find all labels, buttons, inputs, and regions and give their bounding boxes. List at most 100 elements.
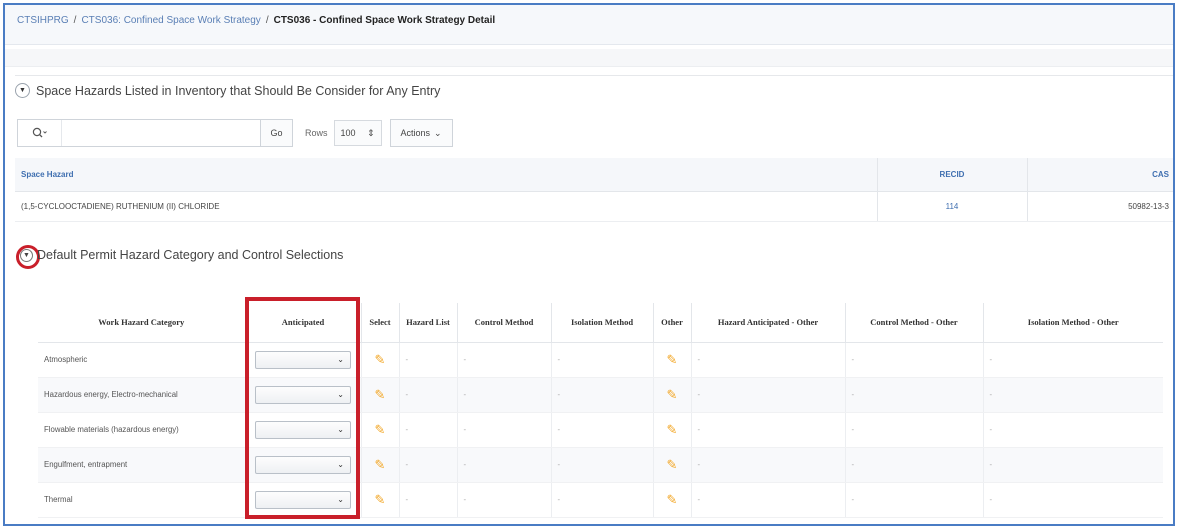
divider <box>19 524 1173 525</box>
cell-isolation-method: - <box>550 412 653 448</box>
pencil-icon[interactable]: ✎ <box>375 492 386 508</box>
pencil-icon[interactable]: ✎ <box>375 422 386 438</box>
anticipated-select[interactable]: ⌄ <box>255 420 351 439</box>
cell-anticipated: ⌄ <box>244 482 361 518</box>
column-header-work-hazard-category: Work Hazard Category <box>38 303 245 343</box>
cell-hazard-anticipated-other: - <box>690 482 845 518</box>
cell-hazard-list: - <box>398 412 457 448</box>
cell-control-method: - <box>456 342 551 378</box>
report-toolbar: Go Rows 100 ⇕ Actions ⌄ <box>17 119 453 147</box>
column-header-hazard-list: Hazard List <box>398 303 457 343</box>
cell-anticipated: ⌄ <box>244 377 361 413</box>
anticipated-select[interactable]: ⌄ <box>255 490 351 509</box>
page-frame: CTSIHPRG / CTS036: Confined Space Work Str… <box>3 3 1175 526</box>
pencil-icon[interactable]: ✎ <box>667 492 678 508</box>
cell-control-method: - <box>456 447 551 483</box>
cell-hazard-list: - <box>398 377 457 413</box>
table-row: Hazardous energy, Electro-mechanical ⌄ ✎… <box>38 377 1163 413</box>
column-header-recid[interactable]: RECID <box>876 158 1027 192</box>
breadcrumb-item-home[interactable]: CTSIHPRG <box>17 15 69 26</box>
cell-space-hazard: (1,5-CYCLOOCTADIENE) RUTHENIUM (II) CHLO… <box>15 191 877 222</box>
search-icon <box>32 127 47 138</box>
rows-value: 100 <box>340 128 356 138</box>
cell-control-method: - <box>456 482 551 518</box>
space-hazards-title: Space Hazards Listed in Inventory that S… <box>36 83 441 98</box>
breadcrumb-current: CTS036 - Confined Space Work Strategy De… <box>273 15 496 26</box>
cell-other: ✎ <box>652 342 691 378</box>
anticipated-select[interactable]: ⌄ <box>255 455 351 474</box>
pencil-icon[interactable]: ✎ <box>667 457 678 473</box>
cell-anticipated: ⌄ <box>244 342 361 378</box>
pencil-icon[interactable]: ✎ <box>375 457 386 473</box>
collapse-toggle-button[interactable]: ▼ <box>20 248 33 262</box>
permit-hazard-region-header: ▼ Default Permit Hazard Category and Con… <box>20 248 343 262</box>
breadcrumb-item-strategy[interactable]: CTS036: Confined Space Work Strategy <box>81 15 260 26</box>
cell-category: Atmospheric <box>38 342 245 378</box>
column-header-anticipated: Anticipated <box>244 303 361 343</box>
search-column-button[interactable] <box>18 120 62 146</box>
pencil-icon[interactable]: ✎ <box>375 387 386 403</box>
cell-isolation-method-other: - <box>982 447 1163 483</box>
cell-recid-link[interactable]: 114 <box>876 191 1027 222</box>
rows-per-page-select[interactable]: 100 ⇕ <box>333 120 382 146</box>
actions-menu-button[interactable]: Actions ⌄ <box>389 119 453 147</box>
column-header-hazard-anticipated-other: Hazard Anticipated - Other <box>690 303 845 343</box>
updown-icon: ⇕ <box>366 127 375 138</box>
cell-hazard-anticipated-other: - <box>690 377 845 413</box>
table-header-row: Space Hazard RECID CAS <box>15 158 1173 192</box>
space-hazards-region-header: ▼ Space Hazards Listed in Inventory that… <box>15 83 440 98</box>
column-header-isolation-method: Isolation Method <box>550 303 653 343</box>
breadcrumb-separator: / <box>73 15 77 26</box>
column-header-other: Other <box>652 303 691 343</box>
column-header-control-method: Control Method <box>456 303 551 343</box>
cell-hazard-list: - <box>398 342 457 378</box>
cell-control-method-other: - <box>844 447 983 483</box>
pencil-icon[interactable]: ✎ <box>667 422 678 438</box>
cell-other: ✎ <box>652 482 691 518</box>
cell-isolation-method: - <box>550 377 653 413</box>
table-row: Engulfment, entrapment ⌄ ✎ - - - ✎ - - - <box>38 447 1163 483</box>
table-header-row: Work Hazard Category Anticipated Select … <box>38 303 1163 343</box>
cell-control-method-other: - <box>844 377 983 413</box>
pencil-icon[interactable]: ✎ <box>375 352 386 368</box>
breadcrumb-separator: / <box>265 15 269 26</box>
table-row: Atmospheric ⌄ ✎ - - - ✎ - - - <box>38 342 1163 378</box>
cell-other: ✎ <box>652 412 691 448</box>
chevron-down-icon: ⌄ <box>337 495 344 504</box>
cell-control-method-other: - <box>844 412 983 448</box>
permit-hazard-table: Work Hazard Category Anticipated Select … <box>38 303 1163 518</box>
column-header-space-hazard[interactable]: Space Hazard <box>15 158 877 192</box>
cell-hazard-list: - <box>398 482 457 518</box>
cell-select: ✎ <box>360 482 399 518</box>
cell-isolation-method-other: - <box>982 377 1163 413</box>
cell-cas: 50982-13-3 <box>1026 191 1173 222</box>
pencil-icon[interactable]: ✎ <box>667 387 678 403</box>
cell-select: ✎ <box>360 377 399 413</box>
cell-control-method-other: - <box>844 482 983 518</box>
cell-isolation-method: - <box>550 482 653 518</box>
cell-hazard-anticipated-other: - <box>690 447 845 483</box>
triangle-down-icon: ▼ <box>23 251 30 259</box>
go-button[interactable]: Go <box>261 119 293 147</box>
cell-hazard-anticipated-other: - <box>690 342 845 378</box>
cell-anticipated: ⌄ <box>244 447 361 483</box>
cell-category: Hazardous energy, Electro-mechanical <box>38 377 245 413</box>
chevron-down-icon: ⌄ <box>434 127 442 138</box>
cell-category: Thermal <box>38 482 245 518</box>
pencil-icon[interactable]: ✎ <box>667 352 678 368</box>
anticipated-select[interactable]: ⌄ <box>255 385 351 404</box>
collapse-toggle-button[interactable]: ▼ <box>15 83 30 98</box>
cell-control-method-other: - <box>844 342 983 378</box>
column-header-cas[interactable]: CAS <box>1026 158 1173 192</box>
chevron-down-icon: ⌄ <box>337 390 344 399</box>
cell-isolation-method-other: - <box>982 412 1163 448</box>
anticipated-select[interactable]: ⌄ <box>255 350 351 369</box>
column-header-control-method-other: Control Method - Other <box>844 303 983 343</box>
cell-other: ✎ <box>652 377 691 413</box>
cell-isolation-method-other: - <box>982 342 1163 378</box>
chevron-down-icon: ⌄ <box>337 355 344 364</box>
search-input[interactable] <box>62 120 260 146</box>
cell-isolation-method-other: - <box>982 482 1163 518</box>
cell-control-method: - <box>456 412 551 448</box>
space-hazards-table: Space Hazard RECID CAS (1,5-CYCLOOCTADIE… <box>15 158 1173 222</box>
